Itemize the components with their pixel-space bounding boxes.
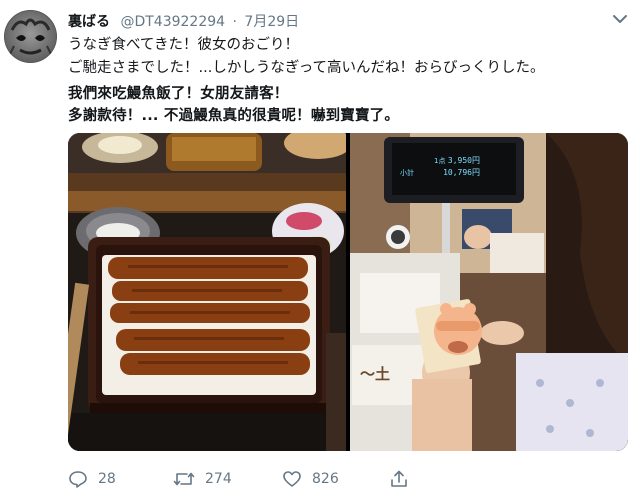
reply-icon xyxy=(69,471,87,488)
tweet-date[interactable]: 7月29日 xyxy=(244,14,299,30)
share-button[interactable] xyxy=(389,469,419,489)
photo-cashier[interactable]: 3,950円 10,796円 小計 1点 ～土 xyxy=(350,133,628,451)
avatar[interactable] xyxy=(4,10,57,63)
like-button[interactable]: 826 xyxy=(282,469,339,489)
like-icon xyxy=(283,471,301,487)
register-line-1: 3,950円 xyxy=(448,156,480,165)
retweet-count: 274 xyxy=(205,471,232,487)
like-count: 826 xyxy=(312,471,339,487)
avatar-face-icon xyxy=(4,10,57,63)
tweet-text-line-1: うなぎ食べてきた！彼女のおごり！ xyxy=(68,37,299,53)
author-handle[interactable]: @DT43922294 xyxy=(120,14,225,30)
retweet-icon xyxy=(173,472,195,486)
cashier-photo-image: 3,950円 10,796円 小計 1点 ～土 xyxy=(350,133,628,451)
register-small: 1点 xyxy=(434,157,445,165)
separator: · xyxy=(232,14,237,30)
share-icon xyxy=(391,470,407,487)
chevron-down-icon[interactable] xyxy=(611,12,629,26)
register-tag: 小計 xyxy=(400,168,414,177)
photo-unagi-don[interactable] xyxy=(68,133,346,451)
register-line-2: 10,796円 xyxy=(443,168,480,177)
tweet-text-line-3: 我們來吃鰻魚飯了！女朋友請客！ xyxy=(68,86,289,102)
retweet-button[interactable]: 274 xyxy=(173,469,232,489)
sign-text: ～土 xyxy=(360,365,390,383)
tweet-header: 裏ばる @DT43922294 · 7月29日 xyxy=(68,11,299,31)
tweet-text-line-4: 多謝款待！... 不過鰻魚真的很貴呢！嚇到寶寶了。 xyxy=(68,108,400,124)
unagi-photo-image xyxy=(68,133,346,451)
reply-count: 28 xyxy=(98,471,116,487)
tweet-media[interactable]: 3,950円 10,796円 小計 1点 ～土 xyxy=(68,133,628,451)
reply-button[interactable]: 28 xyxy=(68,469,116,489)
author-name[interactable]: 裏ばる xyxy=(68,14,110,30)
tweet-text-line-2: ご馳走さまでした！...しかしうなぎって高いんだね！おらびっくりした。 xyxy=(68,60,545,76)
